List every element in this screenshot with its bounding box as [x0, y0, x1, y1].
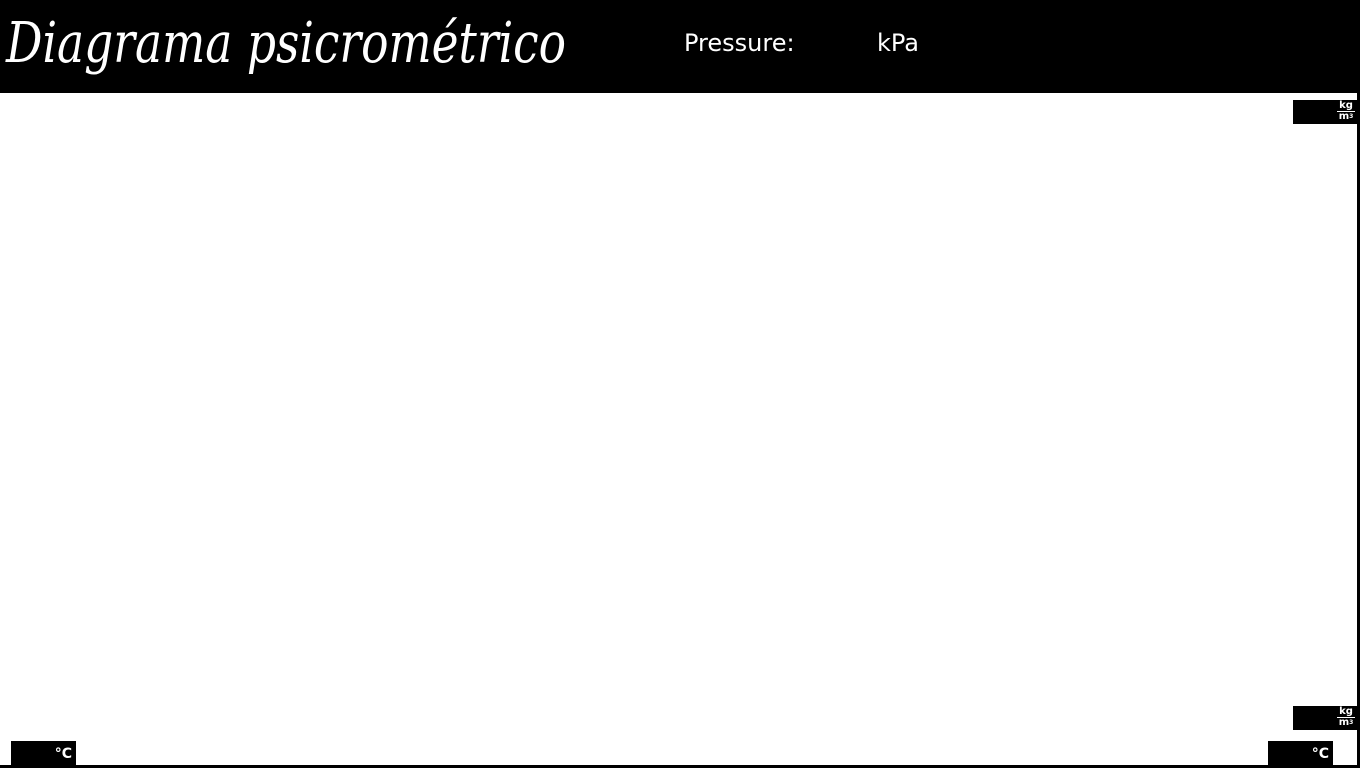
title-text: Diagrama psicrométrico: [5, 11, 566, 76]
temperature-right-unit: °C: [1311, 746, 1329, 762]
density-top-input[interactable]: [1295, 102, 1333, 120]
density-top-readout: kg m3: [1293, 100, 1357, 124]
temperature-left-readout: °C: [11, 741, 76, 765]
density-bottom-unit-exponent: 3: [1349, 719, 1354, 726]
pressure-label: Pressure:: [684, 29, 795, 57]
density-top-unit-exponent: 3: [1349, 113, 1354, 120]
pressure-input[interactable]: [800, 26, 868, 58]
header-bar: Diagrama psicrométrico Pressure: kPa: [0, 0, 1360, 92]
density-top-unit: kg m3: [1337, 101, 1355, 122]
density-bottom-input[interactable]: [1295, 708, 1333, 726]
density-top-unit-den-base: m: [1338, 111, 1350, 122]
psychrometric-chart-canvas[interactable]: [0, 93, 1357, 765]
pressure-unit: kPa: [877, 29, 919, 57]
temperature-right-readout: °C: [1268, 741, 1333, 765]
density-bottom-readout: kg m3: [1293, 706, 1357, 730]
density-bottom-unit-denominator: m3: [1337, 718, 1355, 728]
temperature-left-input[interactable]: [13, 743, 49, 761]
density-bottom-unit: kg m3: [1337, 707, 1355, 728]
density-top-unit-denominator: m3: [1337, 112, 1355, 122]
density-bottom-unit-den-base: m: [1338, 717, 1350, 728]
temperature-right-input[interactable]: [1270, 743, 1306, 761]
app-window: Diagrama psicrométrico Pressure: kPa kg …: [0, 0, 1360, 768]
temperature-left-unit: °C: [54, 746, 72, 762]
title-logo: Diagrama psicrométrico: [5, 11, 566, 76]
